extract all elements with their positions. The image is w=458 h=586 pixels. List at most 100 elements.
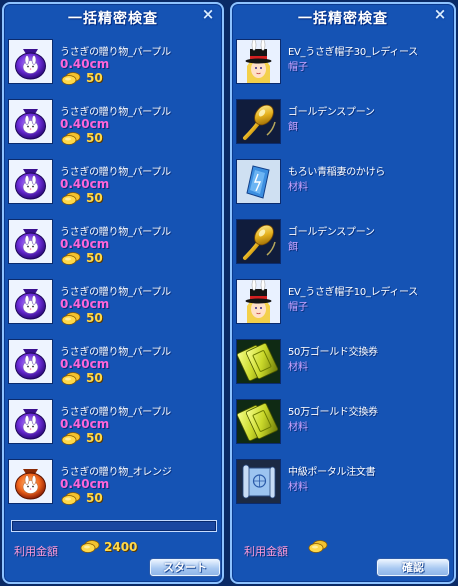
result-item-row[interactable]: ゴールデンスプーン餌: [232, 218, 454, 278]
gold-coin-icon: [60, 131, 82, 145]
result-item-row[interactable]: もろい青稲妻のかけら 材料: [232, 158, 454, 218]
item-slot[interactable]: [236, 219, 281, 264]
item-name: うさぎの贈り物_パープル: [60, 287, 171, 298]
rabbit-hat-girl-icon: [237, 280, 280, 323]
item-size: 0.40cm: [60, 57, 110, 71]
item-category: 帽子: [288, 62, 308, 73]
item-slot[interactable]: [236, 459, 281, 504]
item-size: 0.40cm: [60, 477, 110, 491]
result-item-row[interactable]: 50万ゴールド交換券 材料: [232, 338, 454, 398]
bulk-inspection-window-left: 一括精密検査 × うさぎの贈り物_パープル 0.40cm 50 うさぎの贈り物_パープ…: [2, 2, 224, 584]
purple-rabbit-bag-icon: [9, 220, 52, 263]
gold-coin-icon: [78, 539, 102, 553]
gold-coin-icon: [60, 191, 82, 205]
item-slot[interactable]: [236, 159, 281, 204]
progress-bar: [11, 520, 217, 532]
item-category: 帽子: [288, 302, 308, 313]
item-name: うさぎの贈り物_パープル: [60, 107, 171, 118]
window-title: 一括精密検査: [68, 11, 158, 27]
confirm-button[interactable]: 確認: [377, 559, 449, 576]
item-name: うさぎの贈り物_パープル: [60, 347, 171, 358]
gold-coin-icon: [60, 431, 82, 445]
item-category: 材料: [288, 182, 308, 193]
item-category: 餌: [288, 122, 298, 133]
item-slot[interactable]: [8, 39, 53, 84]
gold-coin-icon: [60, 371, 82, 385]
item-size: 0.40cm: [60, 357, 110, 371]
purple-rabbit-bag-icon: [9, 160, 52, 203]
close-icon[interactable]: ×: [433, 7, 447, 22]
item-slot[interactable]: [236, 279, 281, 324]
item-slot[interactable]: [8, 99, 53, 144]
orange-rabbit-bag-icon: [9, 460, 52, 503]
item-name: EV_うさぎ帽子30_レディース: [288, 47, 418, 58]
golden-spoon-icon: [237, 220, 280, 263]
result-item-row[interactable]: ゴールデンスプーン餌: [232, 98, 454, 158]
fee-value: 2400: [104, 540, 138, 554]
item-name: EV_うさぎ帽子10_レディース: [288, 287, 418, 298]
item-category: 材料: [288, 422, 308, 433]
gold-voucher-icon: [237, 400, 280, 443]
item-name: うさぎの贈り物_パープル: [60, 227, 171, 238]
item-name: ゴールデンスプーン: [288, 107, 375, 118]
item-category: 材料: [288, 482, 308, 493]
fee-label: 利用金額: [244, 545, 288, 558]
gold-coin-icon: [306, 539, 330, 553]
item-name: ゴールデンスプーン: [288, 227, 375, 238]
item-slot[interactable]: [8, 279, 53, 324]
item-slot[interactable]: [8, 459, 53, 504]
inspection-item-row[interactable]: うさぎの贈り物_パープル 0.40cm 50: [4, 98, 222, 158]
inspection-item-row[interactable]: うさぎの贈り物_パープル 0.40cm 50: [4, 218, 222, 278]
purple-rabbit-bag-icon: [9, 40, 52, 83]
blue-lightning-shard-icon: [237, 160, 280, 203]
item-slot[interactable]: [8, 159, 53, 204]
item-name: うさぎの贈り物_パープル: [60, 47, 171, 58]
item-price-value: 50: [86, 491, 103, 505]
inspection-item-row[interactable]: うさぎの贈り物_パープル 0.40cm 50: [4, 398, 222, 458]
window-title: 一括精密検査: [298, 11, 388, 27]
item-slot[interactable]: [8, 399, 53, 444]
gold-coin-icon: [60, 311, 82, 325]
gold-voucher-icon: [237, 340, 280, 383]
rabbit-hat-girl-icon: [237, 40, 280, 83]
golden-spoon-icon: [237, 100, 280, 143]
purple-rabbit-bag-icon: [9, 100, 52, 143]
item-slot[interactable]: [8, 219, 53, 264]
item-slot[interactable]: [236, 39, 281, 84]
result-item-row[interactable]: EV_うさぎ帽子30_レディース 帽子: [232, 38, 454, 98]
item-slot[interactable]: [236, 99, 281, 144]
inspection-item-row[interactable]: うさぎの贈り物_パープル 0.40cm 50: [4, 278, 222, 338]
close-icon[interactable]: ×: [201, 7, 215, 22]
result-item-row[interactable]: EV_うさぎ帽子10_レディース 帽子: [232, 278, 454, 338]
inspection-item-row[interactable]: うさぎの贈り物_パープル 0.40cm 50: [4, 338, 222, 398]
item-name: 50万ゴールド交換券: [288, 347, 378, 358]
item-name: うさぎの贈り物_オレンジ: [60, 467, 172, 478]
item-size: 0.40cm: [60, 177, 110, 191]
item-slot[interactable]: [236, 399, 281, 444]
item-name: 50万ゴールド交換券: [288, 407, 378, 418]
bulk-inspection-window-right: 一括精密検査 × EV_うさぎ帽子30_レディース 帽子 ゴールデンスプーン餌もろい…: [230, 2, 456, 584]
result-item-row[interactable]: 50万ゴールド交換券 材料: [232, 398, 454, 458]
item-size: 0.40cm: [60, 417, 110, 431]
gold-coin-icon: [60, 491, 82, 505]
item-price-value: 50: [86, 71, 103, 85]
item-size: 0.40cm: [60, 297, 110, 311]
item-slot[interactable]: [8, 339, 53, 384]
inspection-item-row[interactable]: うさぎの贈り物_パープル 0.40cm 50: [4, 158, 222, 218]
item-category: 材料: [288, 362, 308, 373]
item-size: 0.40cm: [60, 237, 110, 251]
item-slot[interactable]: [236, 339, 281, 384]
item-size: 0.40cm: [60, 117, 110, 131]
item-name: もろい青稲妻のかけら: [288, 167, 385, 178]
gold-coin-icon: [60, 71, 82, 85]
result-item-row[interactable]: 中級ポータル注文書 材料: [232, 458, 454, 518]
portal-scroll-icon: [237, 460, 280, 503]
start-button[interactable]: スタート: [150, 559, 220, 576]
purple-rabbit-bag-icon: [9, 400, 52, 443]
inspection-item-row[interactable]: うさぎの贈り物_オレンジ 0.40cm 50: [4, 458, 222, 518]
item-category: 餌: [288, 242, 298, 253]
item-price-value: 50: [86, 311, 103, 325]
inspection-item-row[interactable]: うさぎの贈り物_パープル 0.40cm 50: [4, 38, 222, 98]
purple-rabbit-bag-icon: [9, 280, 52, 323]
item-price-value: 50: [86, 251, 103, 265]
